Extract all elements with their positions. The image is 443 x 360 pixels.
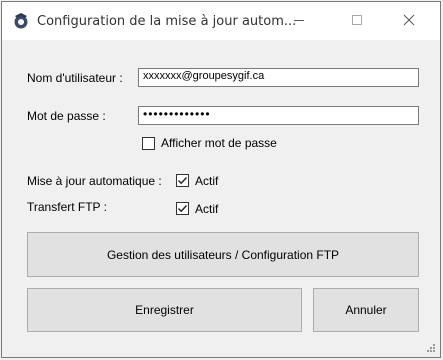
auto-update-label: Mise à jour automatique :: [27, 174, 162, 188]
window-title: Configuration de la mise à jour autom...: [37, 14, 297, 29]
cancel-button[interactable]: Annuler: [313, 288, 419, 332]
password-input[interactable]: •••••••••••••: [138, 106, 419, 125]
config-dialog: Configuration de la mise à jour autom...…: [1, 1, 441, 358]
save-button[interactable]: Enregistrer: [27, 288, 302, 332]
minimize-button[interactable]: [278, 2, 322, 40]
show-password-label[interactable]: Afficher mot de passe: [161, 136, 277, 150]
ftp-transfer-label: Transfert FTP :: [27, 200, 108, 214]
show-password-checkbox[interactable]: [142, 137, 155, 150]
maximize-button[interactable]: [336, 2, 380, 40]
checkmark-icon: [178, 177, 188, 185]
close-button[interactable]: [388, 2, 432, 40]
minimize-icon: [294, 20, 304, 21]
resize-grip-icon[interactable]: [426, 343, 436, 353]
username-input[interactable]: xxxxxxx@groupesygif.ca: [138, 68, 419, 87]
manage-users-ftp-button[interactable]: Gestion des utilisateurs / Configuration…: [27, 232, 419, 277]
close-icon: [403, 14, 415, 26]
auto-update-option-label[interactable]: Actif: [195, 174, 218, 188]
username-label: Nom d'utilisateur :: [27, 71, 123, 85]
auto-update-checkbox[interactable]: [176, 174, 189, 187]
app-icon: [12, 12, 30, 30]
password-label: Mot de passe :: [27, 109, 106, 123]
checkmark-icon: [178, 205, 188, 213]
maximize-icon: [352, 15, 362, 25]
title-bar[interactable]: Configuration de la mise à jour autom...: [2, 2, 440, 40]
ftp-transfer-option-label[interactable]: Actif: [195, 202, 218, 216]
ftp-transfer-checkbox[interactable]: [176, 202, 189, 215]
